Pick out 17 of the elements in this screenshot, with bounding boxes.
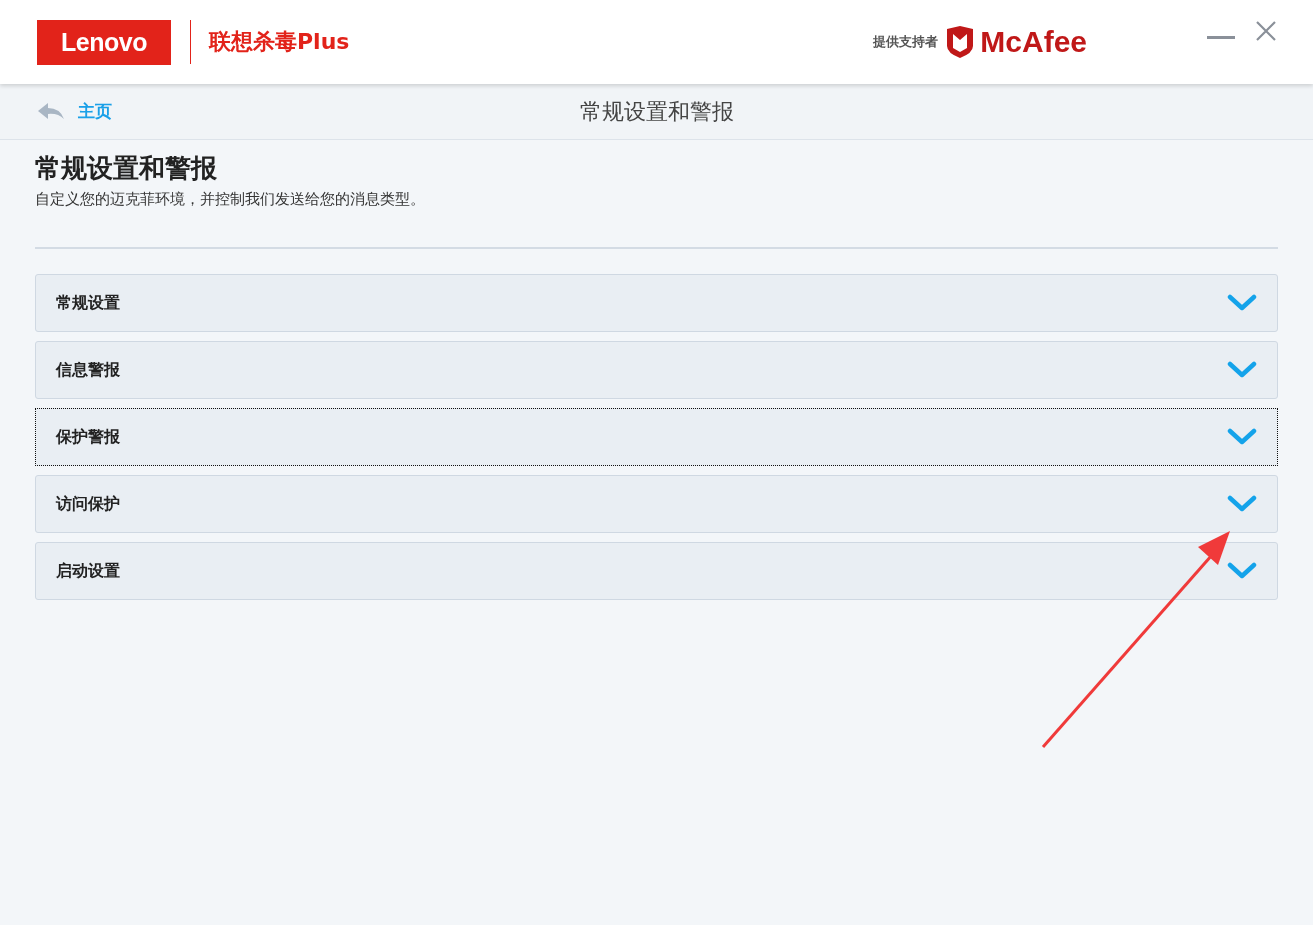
- close-button[interactable]: [1255, 20, 1277, 42]
- back-arrow-icon: [38, 102, 64, 121]
- accordion-item[interactable]: 启动设置: [35, 542, 1278, 600]
- powered-by-label: 提供支持者: [873, 33, 939, 51]
- section-heading: 常规设置和警报: [35, 152, 218, 185]
- shield-icon: [946, 26, 975, 58]
- partner-logo: McAfee: [980, 25, 1087, 59]
- section-description: 自定义您的迈克菲环境，并控制我们发送给您的消息类型。: [35, 190, 426, 209]
- accordion-item[interactable]: 访问保护: [35, 475, 1278, 533]
- page-title: 常规设置和警报: [579, 98, 734, 124]
- accordion-item[interactable]: 信息警报: [35, 341, 1278, 399]
- brand-logo: Lenovo: [37, 19, 171, 65]
- accordion-item[interactable]: 常规设置: [35, 274, 1278, 332]
- minimize-icon: [1207, 36, 1235, 39]
- accordion-item[interactable]: 保护警报: [35, 408, 1278, 466]
- close-icon: [1255, 20, 1277, 42]
- product-name: 联想杀毒Plus: [209, 28, 350, 56]
